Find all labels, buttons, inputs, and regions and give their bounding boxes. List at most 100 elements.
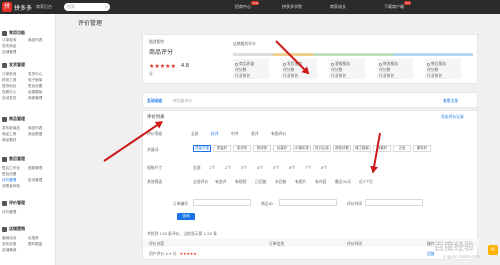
sidebar-item[interactable]: 商品数据	[28, 132, 42, 137]
other-option[interactable]: 有视频	[235, 179, 246, 185]
search-icon[interactable]: ⌕	[105, 4, 108, 10]
keyword-chip[interactable]: 性价比高	[313, 145, 331, 152]
sidebar-item[interactable]: 限时限量	[28, 242, 42, 247]
sidebar-item[interactable]: 商品列表	[28, 126, 42, 131]
time-label: 评价时间	[347, 201, 363, 206]
sidebar-item[interactable]: 包裹中心	[2, 90, 16, 95]
sidebar-item[interactable]: 商家管理	[28, 96, 42, 101]
other-option[interactable]: 全部评价	[193, 179, 208, 185]
keyword-chip[interactable]: 质量好	[213, 145, 231, 152]
sidebar-item[interactable]: 售后设置	[2, 172, 16, 177]
spec-option[interactable]: 1个	[209, 165, 215, 171]
other-option[interactable]: 已回复	[255, 179, 266, 185]
sidebar-item[interactable]: 商品素材	[2, 138, 16, 143]
spec-option[interactable]: 8个	[321, 165, 327, 171]
other-option[interactable]: 有图片	[295, 179, 306, 185]
sidebar-section-marketing[interactable]: 店铺营销	[2, 226, 25, 232]
sidebar-item[interactable]: 自动发货	[2, 96, 16, 101]
brand-subtitle: 商家后台	[36, 4, 52, 9]
feedback-icon[interactable]: ✉	[488, 245, 498, 255]
sidebar-item[interactable]: 物流工具	[2, 78, 16, 83]
sidebar-item[interactable]: 商品列表	[28, 38, 42, 43]
sidebar-item[interactable]: 评价管理	[2, 210, 16, 215]
filter-option[interactable]: 差评	[251, 131, 259, 137]
time-input[interactable]	[365, 199, 423, 206]
sidebar-item[interactable]: 店铺管理	[2, 50, 16, 55]
filter-option[interactable]: 全部	[191, 131, 199, 137]
sidebar-item[interactable]: 商品工具	[2, 132, 16, 137]
other-option[interactable]: 有内容	[315, 179, 326, 185]
sidebar-item[interactable]: 店铺满减	[2, 248, 16, 253]
page-title: 评价管理	[78, 20, 103, 27]
spec-option[interactable]: 7个	[305, 165, 311, 171]
sidebar-item[interactable]: 多件优惠	[2, 242, 16, 247]
spec-option[interactable]: 5个	[273, 165, 279, 171]
box-icon	[2, 116, 7, 122]
spec-option[interactable]: 3个	[241, 165, 247, 171]
filter-option-selected[interactable]: 好评	[211, 131, 219, 137]
top-search[interactable]: 搜索 ⌕	[64, 3, 110, 11]
sidebar-item[interactable]: 订单查询	[2, 38, 16, 43]
sidebar-item-active[interactable]: 评价管理	[2, 178, 16, 183]
filter-option[interactable]: 有图评价	[271, 131, 286, 137]
keyword-chip[interactable]: 包装好	[273, 145, 291, 152]
sidebar-item[interactable]: 投诉管理	[28, 178, 42, 183]
other-option[interactable]: 未回复	[275, 179, 286, 185]
watermark: 百度经验	[434, 242, 474, 253]
sidebar-item[interactable]: 售后工作台	[2, 166, 20, 171]
table-header: 评价内容 订单信息 评价时间 操作	[143, 239, 479, 247]
spec-option[interactable]: 6个	[289, 165, 295, 171]
score-card: 描述相符 商品评分 ★★★★★ 4.8 分 店铺服务评分 商品质量 评分数 行业…	[142, 34, 478, 84]
topnav-badge: hot	[404, 1, 411, 5]
sidebar-item[interactable]: 退货地址	[2, 84, 16, 89]
other-option[interactable]: 有追评	[215, 179, 226, 185]
sidebar-section-aftersale[interactable]: 售后管理	[2, 156, 25, 162]
topnav-item[interactable]: 招商中心	[235, 4, 251, 10]
export-link[interactable]: 导出评价记录	[441, 114, 464, 120]
promo-strip: 互动动态 待回复评价 查看全部	[142, 92, 478, 108]
reviews-panel: 评价列表 导出评价记录 评价等级 全部 好评 中评 差评 有图评价 关键词 质量…	[142, 110, 479, 260]
sidebar-item[interactable]: 运费模板	[28, 90, 42, 95]
filter-option[interactable]: 中评	[231, 131, 239, 137]
sidebar-section-review[interactable]: 评价管理	[2, 200, 25, 206]
keyword-chip[interactable]: 价格实惠	[293, 145, 311, 152]
keyword-chip[interactable]: 颜色好看	[333, 145, 351, 152]
sidebar-item[interactable]: 退款管理	[28, 166, 42, 171]
star-icon	[2, 30, 7, 36]
sidebar-item[interactable]: 售后设置	[28, 84, 42, 89]
sidebar-item[interactable]: 电子面单	[28, 78, 42, 83]
topnav-item[interactable]: 拼多多学院	[282, 4, 302, 10]
goods-input[interactable]	[279, 199, 337, 206]
sidebar-item[interactable]: 订单查询	[2, 72, 16, 77]
topnav-item[interactable]: 下载商户端	[384, 4, 404, 10]
sidebar-item[interactable]: 优惠券	[28, 236, 39, 241]
promo-link[interactable]: 查看全部	[443, 98, 458, 104]
keyword-chip[interactable]: 做工精细	[353, 145, 371, 152]
spec-option[interactable]: 4个	[257, 165, 263, 171]
topnav-item[interactable]: 商家成长	[330, 4, 346, 10]
other-option[interactable]: 最近30天	[335, 179, 351, 185]
sidebar-section-common[interactable]: 常用功能	[2, 30, 25, 36]
keyword-chip[interactable]: 物流快	[253, 145, 271, 152]
other-option[interactable]: 近3个月	[359, 179, 373, 185]
sidebar-item[interactable]: 营销活动	[2, 236, 16, 241]
sidebar-item[interactable]: 发货中心	[28, 72, 42, 77]
search-button[interactable]: 查询	[177, 213, 195, 220]
sidebar-item[interactable]: 发布商品	[2, 44, 16, 49]
filter-label-rating: 评价等级	[147, 131, 163, 136]
top-bar: 拼 拼多多 商家后台 搜索 ⌕ 招商中心 new 拼多多学院 商家成长 下载商户…	[0, 0, 500, 14]
keyword-chip[interactable]: 发货快	[233, 145, 251, 152]
sidebar-section-shipping[interactable]: 发货管理	[2, 62, 25, 68]
sidebar-item[interactable]: 消费者体验	[2, 184, 20, 189]
keyword-chip[interactable]: 正品	[393, 145, 411, 152]
keyword-chip[interactable]: 服务好	[413, 145, 431, 152]
sidebar-item[interactable]: 发布新商品	[2, 126, 20, 131]
spec-option[interactable]: 2个	[225, 165, 231, 171]
brand-logo[interactable]: 拼	[2, 2, 12, 12]
keyword-chip[interactable]: 质量不错	[193, 145, 211, 152]
search-placeholder: 搜索	[67, 4, 75, 9]
spec-option[interactable]: 全部	[193, 165, 201, 171]
sidebar-section-goods[interactable]: 商品管理	[2, 116, 25, 122]
order-input[interactable]	[193, 199, 251, 206]
sidebar: 常用功能 订单查询 商品列表 发布商品 店铺管理 发货管理 订单查询 发货中心 …	[0, 14, 56, 265]
